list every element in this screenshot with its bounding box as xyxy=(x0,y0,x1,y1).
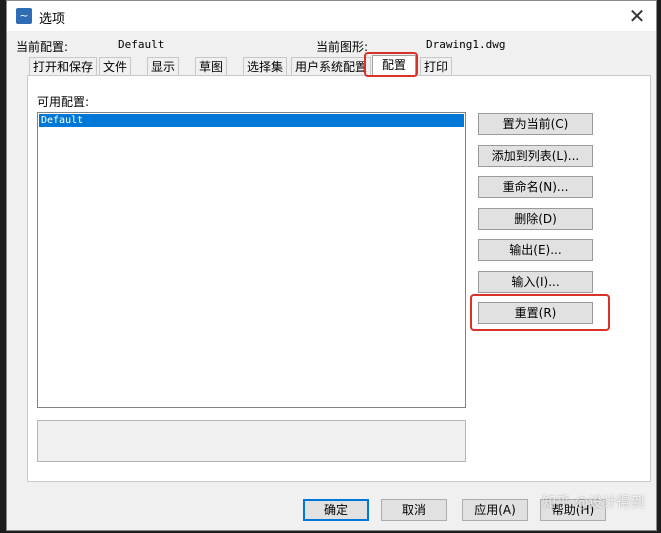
tab-profiles[interactable]: 配置 xyxy=(372,55,416,76)
profile-description-box xyxy=(37,420,466,462)
tab-open-save[interactable]: 打开和保存 xyxy=(29,57,98,75)
reset-button[interactable]: 重置(R) xyxy=(478,302,593,324)
close-icon[interactable]: ✕ xyxy=(618,1,656,31)
cancel-button[interactable]: 取消 xyxy=(381,499,447,521)
current-drawing-value: Drawing1.dwg xyxy=(426,38,506,51)
tab-display[interactable]: 显示 xyxy=(147,57,180,75)
title-bar[interactable]: ~ 选项 ✕ xyxy=(7,1,656,31)
profiles-panel: 可用配置: Default 置为当前(C) 添加到列表(L)... 重命名(N)… xyxy=(27,75,651,482)
delete-button[interactable]: 删除(D) xyxy=(478,208,593,230)
add-to-list-button[interactable]: 添加到列表(L)... xyxy=(478,145,593,167)
tab-plot[interactable]: 打印 xyxy=(420,57,453,75)
profiles-list[interactable]: Default xyxy=(37,112,466,408)
current-drawing-label: 当前图形: xyxy=(316,40,369,54)
rename-button[interactable]: 重命名(N)... xyxy=(478,176,593,198)
set-current-button[interactable]: 置为当前(C) xyxy=(478,113,593,135)
current-profile-label: 当前配置: xyxy=(16,40,69,54)
tab-selection[interactable]: 选择集 xyxy=(243,57,288,75)
tab-user-prefs[interactable]: 用户系统配置 xyxy=(291,57,372,75)
export-button[interactable]: 输出(E)... xyxy=(478,239,593,261)
app-icon: ~ xyxy=(16,8,32,24)
options-dialog: ~ 选项 ✕ 当前配置: Default 当前图形: Drawing1.dwg … xyxy=(6,0,657,531)
list-item[interactable]: Default xyxy=(39,114,464,127)
available-profiles-label: 可用配置: xyxy=(37,95,90,109)
window-title: 选项 xyxy=(39,12,66,27)
watermark-text: 知乎 @设计得到 xyxy=(542,495,645,511)
tab-strip: 打开和保存 文件 显示 草图 选择集 用户系统配置 配置 打印 xyxy=(23,55,653,76)
apply-button[interactable]: 应用(A) xyxy=(462,499,528,521)
import-button[interactable]: 输入(I)... xyxy=(478,271,593,293)
tab-drafting[interactable]: 草图 xyxy=(195,57,228,75)
tab-files[interactable]: 文件 xyxy=(99,57,132,75)
ok-button[interactable]: 确定 xyxy=(303,499,369,521)
current-profile-value: Default xyxy=(118,38,165,51)
